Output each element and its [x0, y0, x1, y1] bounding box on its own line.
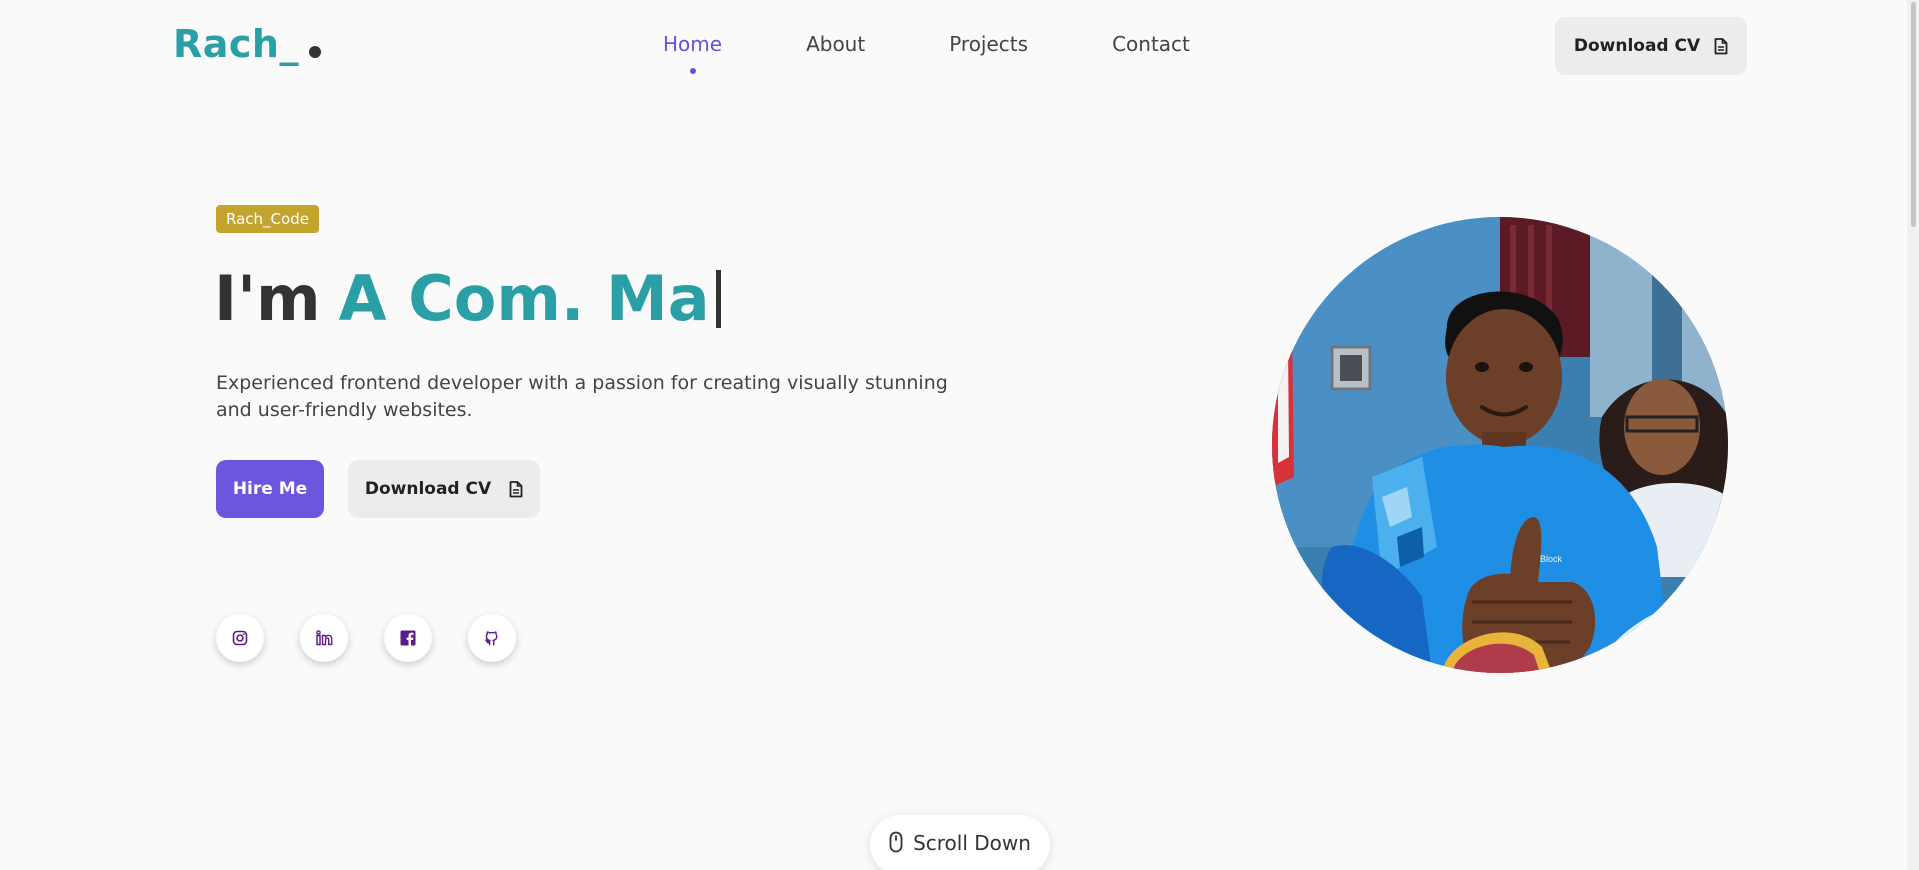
scroll-down-button[interactable]: Scroll Down [870, 815, 1050, 870]
nav-item-projects[interactable]: Projects [949, 32, 1028, 56]
typing-cursor [715, 269, 721, 328]
header-download-cv-button[interactable]: Download CV [1555, 17, 1747, 75]
mouse-icon [889, 831, 903, 853]
hire-me-button[interactable]: Hire Me [216, 460, 324, 518]
hero-description: Experienced frontend developer with a pa… [216, 372, 948, 421]
svg-text:Block: Block [1540, 554, 1563, 564]
facebook-icon [400, 630, 416, 646]
profile-photo: Block [1272, 217, 1728, 673]
github-link[interactable] [468, 614, 516, 662]
instagram-link[interactable] [216, 614, 264, 662]
logo-text: Rach_ [173, 22, 299, 66]
page-scrollbar-thumb[interactable] [1911, 2, 1916, 227]
hero-headline: I'm A Com. Ma [214, 262, 721, 335]
logo-dot [308, 46, 321, 58]
headline-prefix: I'm [214, 262, 321, 335]
linkedin-link[interactable] [300, 614, 348, 662]
facebook-link[interactable] [384, 614, 432, 662]
instagram-icon [232, 630, 248, 646]
logo[interactable]: Rach_ [173, 22, 321, 66]
headline-typed-text: A Com. Ma [338, 262, 710, 335]
hero-download-cv-label: Download CV [364, 479, 492, 499]
document-icon [1714, 37, 1728, 54]
social-links [216, 614, 516, 662]
github-icon [485, 631, 498, 646]
hero-badge: Rach_Code [216, 205, 319, 233]
nav-item-contact[interactable]: Contact [1112, 32, 1190, 56]
nav-item-about[interactable]: About [806, 32, 865, 56]
profile-photo-illustration: Block [1272, 217, 1728, 673]
nav-item-home[interactable]: Home [663, 32, 722, 56]
document-icon [509, 480, 523, 497]
linkedin-icon [315, 630, 332, 646]
header-download-cv-label: Download CV [1573, 36, 1701, 56]
scroll-down-label: Scroll Down [913, 831, 1031, 855]
main-nav: Home About Projects Contact [663, 32, 1274, 56]
site-header: Rach_ Home About Projects Contact Downlo… [0, 0, 1919, 92]
hero-download-cv-button[interactable]: Download CV [348, 460, 540, 518]
